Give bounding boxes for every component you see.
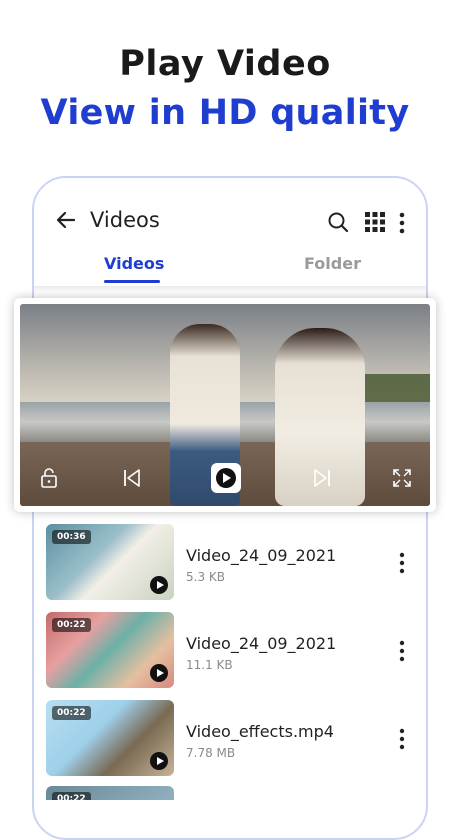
video-thumbnail[interactable]: 00:22: [46, 700, 174, 776]
video-thumbnail[interactable]: 00:36: [46, 524, 174, 600]
play-icon: [150, 752, 168, 770]
more-vert-icon[interactable]: [398, 552, 406, 574]
skip-next-icon[interactable]: [312, 468, 332, 488]
tab-folder[interactable]: Folder: [304, 254, 361, 273]
page-title: Videos: [90, 208, 160, 232]
search-icon[interactable]: [326, 210, 350, 234]
video-player[interactable]: [20, 304, 430, 506]
duration-badge: 00:22: [52, 706, 91, 720]
back-arrow-icon[interactable]: [54, 208, 78, 232]
video-thumbnail[interactable]: 00:22: [46, 786, 174, 800]
play-icon[interactable]: [210, 462, 242, 494]
list-item[interactable]: 00:22 Video_effects.mp4 7.78 MB: [46, 700, 426, 776]
list-item[interactable]: 00:22: [46, 786, 426, 800]
skip-previous-icon[interactable]: [122, 468, 142, 488]
more-vert-icon[interactable]: [398, 640, 406, 662]
tab-active-indicator: [104, 280, 160, 283]
video-title: Video_24_09_2021: [186, 546, 337, 565]
app-bar: Videos Videos Folder: [34, 178, 426, 286]
play-icon: [150, 576, 168, 594]
video-title: Video_24_09_2021: [186, 634, 337, 653]
lock-icon[interactable]: [40, 468, 58, 488]
duration-badge: 00:22: [52, 618, 91, 632]
video-size: 5.3 KB: [186, 570, 225, 584]
video-size: 11.1 KB: [186, 658, 233, 672]
divider: [34, 286, 426, 292]
play-icon: [150, 664, 168, 682]
fullscreen-icon[interactable]: [392, 468, 412, 488]
video-size: 7.78 MB: [186, 746, 236, 760]
list-item[interactable]: 00:22 Video_24_09_2021 11.1 KB: [46, 612, 426, 688]
list-item[interactable]: 00:36 Video_24_09_2021 5.3 KB: [46, 524, 426, 600]
promo-subtitle: View in HD quality: [40, 93, 410, 133]
more-vert-icon[interactable]: [398, 728, 406, 750]
video-player-card: [14, 298, 436, 512]
tab-videos[interactable]: Videos: [104, 254, 164, 273]
video-thumbnail[interactable]: 00:22: [46, 612, 174, 688]
more-vert-icon[interactable]: [397, 212, 407, 234]
video-title: Video_effects.mp4: [186, 722, 334, 741]
duration-badge: 00:36: [52, 530, 91, 544]
grid-view-icon[interactable]: [365, 212, 385, 232]
duration-badge: 00:22: [52, 792, 91, 800]
promo-title: Play Video: [119, 44, 331, 84]
